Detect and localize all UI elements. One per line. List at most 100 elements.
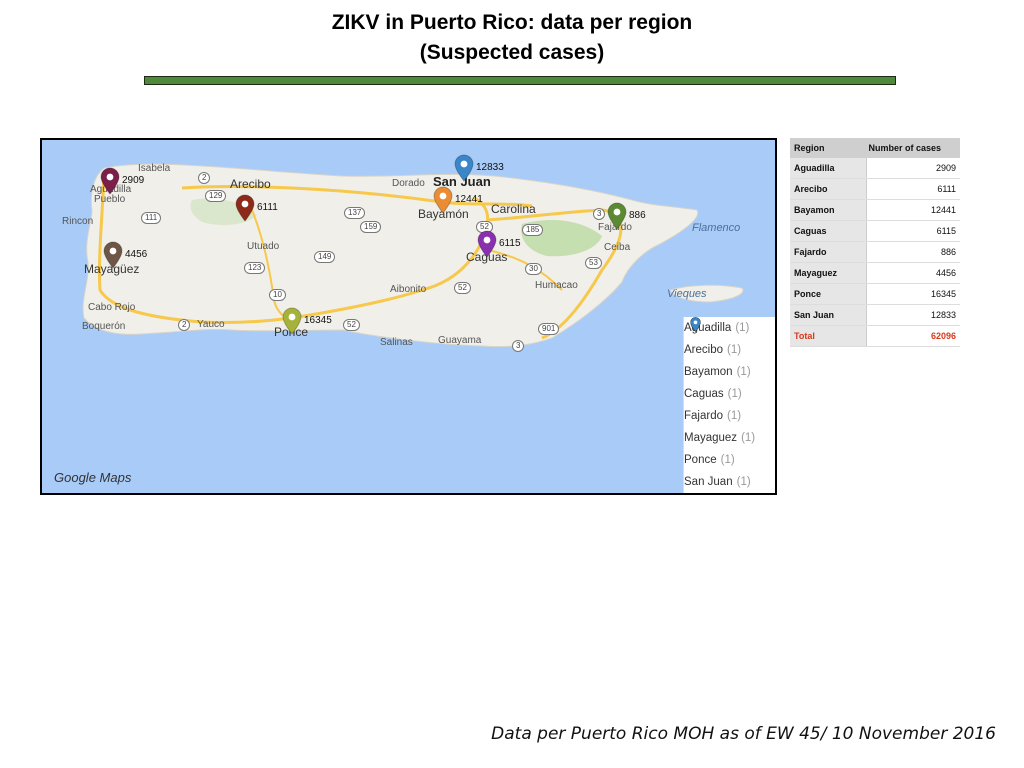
map-pin-count: 12441	[455, 194, 483, 205]
route-shield: 52	[343, 319, 360, 331]
map-pin-count: 6115	[499, 238, 521, 249]
table-total-value: 62096	[866, 325, 960, 347]
place-pueblo: Pueblo	[94, 194, 126, 205]
legend-label: Fajardo	[684, 410, 723, 422]
table-row: Ponce 16345	[790, 283, 960, 305]
table-row: San Juan 12833	[790, 304, 960, 326]
table-cell-region: Arecibo	[790, 178, 867, 200]
table-header-region: Region	[790, 138, 867, 158]
table-cell-region: Fajardo	[790, 241, 867, 263]
table-row: Arecibo 6111	[790, 178, 960, 200]
table-cell-cases: 12441	[866, 199, 960, 221]
island-shapes	[82, 163, 744, 348]
route-shield: 30	[525, 263, 542, 275]
map-pin-count: 16345	[304, 315, 332, 326]
legend-item[interactable]: Fajardo (1)	[684, 317, 775, 427]
legend-item[interactable]: Mayaguez (1)	[684, 317, 775, 449]
route-shield: 137	[344, 207, 366, 219]
legend-item[interactable]: Caguas (1)	[684, 317, 775, 405]
legend-item[interactable]: Ponce (1)	[684, 317, 775, 471]
route-shield: 53	[585, 257, 602, 269]
place-salinas: Salinas	[380, 337, 413, 348]
table-cell-cases: 2909	[866, 158, 960, 179]
place-boqueron: Boquerón	[82, 321, 126, 332]
place-utuado: Utuado	[247, 241, 280, 252]
map-pin-caguas[interactable]	[477, 230, 497, 258]
place-guayama: Guayama	[438, 335, 482, 346]
map-panel[interactable]: Isabela Aguadilla Pueblo Arecibo Dorado …	[40, 138, 777, 495]
place-humacao: Humacao	[535, 280, 578, 291]
legend-count: (1)	[720, 454, 735, 466]
place-rincon: Rincon	[62, 216, 94, 227]
place-yauco: Yauco	[197, 319, 225, 330]
table-header-cases: Number of cases	[866, 138, 960, 158]
place-flamenco: Flamenco	[692, 222, 741, 234]
legend-count: (1)	[735, 322, 750, 334]
table-cell-region: Bayamon	[790, 199, 867, 221]
table-cell-cases: 6111	[866, 178, 960, 200]
map-pin-count: 886	[629, 210, 646, 221]
route-shield: 149	[314, 251, 336, 263]
map-pin-san-juan[interactable]	[454, 154, 474, 182]
table-cell-cases: 16345	[866, 283, 960, 305]
legend-count: (1)	[727, 388, 742, 400]
place-carolina: Carolina	[491, 202, 536, 216]
source-footnote: Data per Puerto Rico MOH as of EW 45/ 10…	[491, 724, 996, 744]
slide-title: ZIKV in Puerto Rico: data per region	[331, 11, 693, 34]
table-cell-cases: 12833	[866, 304, 960, 326]
table-row: Mayaguez 4456	[790, 262, 960, 284]
legend-count: (1)	[736, 476, 751, 488]
cases-table: Region Number of cases Aguadilla 2909 Arec…	[790, 138, 960, 347]
table-cell-region: Ponce	[790, 283, 867, 305]
legend-item[interactable]: San Juan (1)	[684, 317, 775, 493]
map-pin-ponce[interactable]	[282, 307, 302, 335]
table-row: Caguas 6115	[790, 220, 960, 242]
legend-count: (1)	[741, 432, 756, 444]
place-isabela: Isabela	[138, 163, 171, 174]
map-pin-count: 4456	[125, 249, 148, 260]
map-pin-count: 2909	[122, 175, 145, 186]
table-cell-region: Caguas	[790, 220, 867, 242]
legend-label: Mayaguez	[684, 432, 738, 444]
table-cell-region: Aguadilla	[790, 158, 867, 179]
table-row: Aguadilla 2909	[790, 158, 960, 179]
legend-count: (1)	[736, 366, 751, 378]
route-shield: 123	[244, 262, 266, 274]
table-cell-cases: 4456	[866, 262, 960, 284]
map-pin-mayaguez[interactable]	[103, 241, 123, 269]
legend-item[interactable]: Bayamon (1)	[684, 317, 775, 383]
legend-label: Ponce	[684, 454, 717, 466]
slide-subtitle: (Suspected cases)	[419, 41, 605, 64]
legend-label: Arecibo	[684, 344, 723, 356]
route-shield: 111	[141, 212, 162, 224]
legend-item[interactable]: Arecibo (1)	[684, 317, 775, 361]
map-pin-count: 12833	[476, 162, 504, 173]
title-divider	[144, 76, 896, 85]
map-pin-arecibo[interactable]	[235, 194, 255, 222]
legend-label: Bayamon	[684, 366, 733, 378]
table-cell-cases: 6115	[866, 220, 960, 242]
table-total-label: Total	[790, 325, 867, 347]
table-row: Bayamon 12441	[790, 199, 960, 221]
legend-label: San Juan	[684, 476, 733, 488]
table-total-row: Total 62096	[790, 325, 960, 347]
map-pin-count: 6111	[257, 202, 278, 213]
table-cell-region: San Juan	[790, 304, 867, 326]
place-aibonito: Aibonito	[390, 284, 427, 295]
place-arecibo: Arecibo	[230, 177, 271, 191]
legend-count: (1)	[727, 344, 742, 356]
map-credit: Google Maps	[54, 470, 132, 485]
place-cabo-rojo: Cabo Rojo	[88, 302, 136, 313]
route-shield: 10	[269, 289, 286, 301]
place-ceiba: Ceiba	[604, 242, 631, 253]
route-shield: 159	[360, 221, 382, 233]
map-legend: Aguadilla (1) Arecibo (1) Bayamon (1) Caguas (1…	[683, 317, 775, 493]
map-pin-bayamon[interactable]	[433, 186, 453, 214]
place-vieques: Vieques	[667, 288, 707, 300]
route-shield: 901	[538, 323, 560, 335]
map-pin-fajardo[interactable]	[607, 202, 627, 230]
map-pin-aguadilla[interactable]	[100, 167, 120, 195]
route-shield: 129	[205, 190, 227, 202]
table-cell-cases: 886	[866, 241, 960, 263]
table-row: Fajardo 886	[790, 241, 960, 263]
